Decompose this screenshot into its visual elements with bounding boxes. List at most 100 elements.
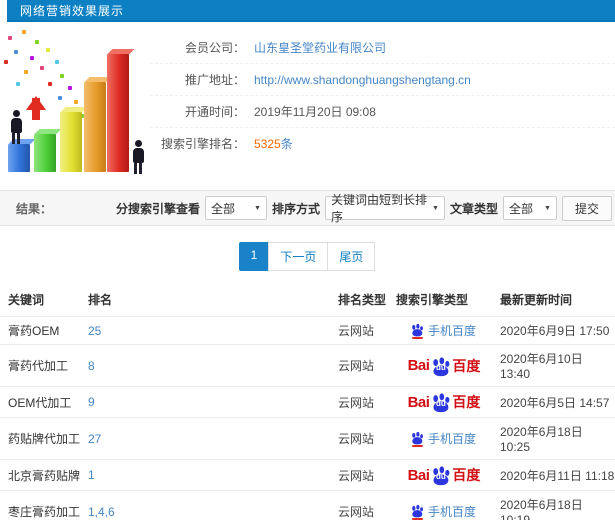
bar-yellow <box>60 112 82 172</box>
open-time-value: 2019年11月20日 09:08 <box>254 105 376 119</box>
article-type-select[interactable]: 全部 ▼ <box>502 196 557 220</box>
results-table: 关键词 排名 排名类型 搜索引擎类型 最新更新时间 膏药OEM 25 云网站 手机百度 202… <box>0 283 615 520</box>
table-header-4: 最新更新时间 <box>492 283 615 317</box>
updated-time-cell: 2020年6月11日 11:18 <box>492 459 615 491</box>
confetti-dot <box>55 60 59 64</box>
bar-blue <box>8 144 30 172</box>
page-next[interactable]: 下一页 <box>268 242 329 271</box>
businessman-figure-right <box>128 140 148 174</box>
page-header: 网络营销效果展示 <box>7 0 615 22</box>
ranking-count-number: 5325 <box>254 137 281 151</box>
result-label: 结果： <box>16 201 53 216</box>
confetti-dot <box>48 82 52 86</box>
updated-time-cell: 2020年6月18日 10:19 <box>492 490 615 520</box>
field-open-time: 开通时间： 2019年11月20日 09:08 <box>150 96 615 128</box>
table-row: 药贴牌代加工 27 云网站 手机百度 2020年6月18日 10:25 <box>0 417 615 460</box>
keyword-cell: 枣庄膏药加工 <box>0 490 80 520</box>
keyword-cell: 药贴牌代加工 <box>0 417 80 460</box>
baidu-logo: Bai du 百度 <box>408 356 480 376</box>
rank-type-cell: 云网站 <box>330 316 388 345</box>
field-ranking-count: 搜索引擎排名： 5325条 <box>150 128 615 159</box>
baidu-paw-icon <box>412 431 423 444</box>
sort-filter-label: 排序方式 <box>271 201 320 216</box>
chevron-down-icon: ▼ <box>432 204 439 212</box>
up-arrow-icon <box>26 96 46 120</box>
rank-type-cell: 云网站 <box>330 386 388 418</box>
baidu-paw-icon <box>412 323 423 336</box>
table-row: 北京膏药贴牌 1 云网站 Bai du 百度 2020年6月11日 11:18 <box>0 459 615 491</box>
updated-time-cell: 2020年6月5日 14:57 <box>492 386 615 418</box>
mobile-baidu-icon: 手机百度 <box>410 430 476 447</box>
page-last[interactable]: 尾页 <box>327 242 376 271</box>
ranking-count-label: 搜索引擎排名： <box>160 137 245 151</box>
rank-type-cell: 云网站 <box>330 490 388 520</box>
article-type-label: 文章类型 <box>449 201 498 216</box>
table-row: 膏药OEM 25 云网站 手机百度 2020年6月9日 17:50 <box>0 316 615 345</box>
engine-cell: 手机百度 <box>388 490 492 520</box>
engine-filter-label: 分搜索引擎查看 <box>115 201 200 216</box>
rank-link[interactable]: 1 <box>88 468 95 482</box>
confetti-dot <box>14 50 18 54</box>
filter-controls: 分搜索引擎查看 全部 ▼ 排序方式 关键词由短到长排序 ▼ 文章类型 全部 ▼ … <box>115 193 612 224</box>
mobile-baidu-icon: 手机百度 <box>410 503 476 520</box>
rank-type-cell: 云网站 <box>330 459 388 491</box>
table-header-2: 排名类型 <box>330 283 388 317</box>
pagination: 1 下一页 尾页 <box>0 242 615 271</box>
chevron-down-icon: ▼ <box>254 204 261 212</box>
confetti-dot <box>24 70 28 74</box>
confetti-dot <box>40 66 44 70</box>
sort-filter-select[interactable]: 关键词由短到长排序 ▼ <box>324 193 445 224</box>
engine-filter-value: 全部 <box>210 201 235 216</box>
rank-type-cell: 云网站 <box>330 344 388 387</box>
table-row: OEM代加工 9 云网站 Bai du 百度 2020年6月5日 14:57 <box>0 386 615 418</box>
confetti-dot <box>68 86 72 90</box>
table-header-0: 关键词 <box>0 283 80 317</box>
updated-time-cell: 2020年6月9日 17:50 <box>492 316 615 345</box>
rank-link[interactable]: 27 <box>88 432 101 446</box>
keyword-cell: OEM代加工 <box>0 386 80 418</box>
baidu-paw-icon <box>412 504 423 517</box>
confetti-dot <box>22 30 26 34</box>
confetti-dot <box>30 56 34 60</box>
table-header-row: 关键词 排名 排名类型 搜索引擎类型 最新更新时间 <box>0 283 615 317</box>
ranking-count-value: 5325条 <box>254 135 293 152</box>
table-header-3: 搜索引擎类型 <box>388 283 492 317</box>
company-label: 会员公司： <box>184 41 245 55</box>
field-company: 会员公司： 山东皇圣堂药业有限公司 <box>150 32 615 64</box>
rank-link[interactable]: 25 <box>88 324 101 338</box>
confetti-dot <box>74 100 78 104</box>
account-info-fields: 会员公司： 山东皇圣堂药业有限公司 推广地址： http://www.shand… <box>150 26 615 184</box>
confetti-dot <box>35 40 39 44</box>
page-title: 网络营销效果展示 <box>20 3 125 18</box>
rank-link[interactable]: 8 <box>88 359 95 373</box>
updated-time-cell: 2020年6月18日 10:25 <box>492 417 615 460</box>
company-link[interactable]: 山东皇圣堂药业有限公司 <box>254 39 386 56</box>
page-current[interactable]: 1 <box>238 242 270 271</box>
bar-orange <box>84 82 106 172</box>
keyword-cell: 北京膏药贴牌 <box>0 459 80 491</box>
engine-cell: 手机百度 <box>388 417 492 460</box>
bar-red <box>107 54 129 172</box>
engine-cell: Bai du 百度 <box>388 386 492 418</box>
rank-link[interactable]: 9 <box>88 395 95 409</box>
engine-filter-select[interactable]: 全部 ▼ <box>204 196 267 220</box>
engine-cell: Bai du 百度 <box>388 459 492 491</box>
baidu-logo: Bai du 百度 <box>408 465 480 486</box>
keyword-cell: 膏药代加工 <box>0 344 80 387</box>
chevron-down-icon: ▼ <box>544 204 551 212</box>
confetti-dot <box>8 36 12 40</box>
submit-button[interactable]: 提交 <box>561 195 612 221</box>
baidu-logo: Bai du 百度 <box>408 392 480 413</box>
rank-link[interactable]: 1,4,6 <box>88 505 115 519</box>
promo-url-link[interactable]: http://www.shandonghuangshengtang.cn <box>254 73 471 87</box>
confetti-dot <box>16 82 20 86</box>
ranking-count-unit: 条 <box>280 137 293 151</box>
bar-green <box>34 134 56 172</box>
table-row: 膏药代加工 8 云网站 Bai du 百度 2020年6月10日 13:40 <box>0 344 615 387</box>
keyword-cell: 膏药OEM <box>0 316 80 345</box>
rank-type-cell: 云网站 <box>330 417 388 460</box>
growth-chart-illustration <box>0 26 150 182</box>
filter-bar: 结果： 分搜索引擎查看 全部 ▼ 排序方式 关键词由短到长排序 ▼ 文章类型 全… <box>0 190 615 226</box>
info-section: 会员公司： 山东皇圣堂药业有限公司 推广地址： http://www.shand… <box>0 22 615 184</box>
sort-filter-value: 关键词由短到长排序 <box>330 193 427 224</box>
